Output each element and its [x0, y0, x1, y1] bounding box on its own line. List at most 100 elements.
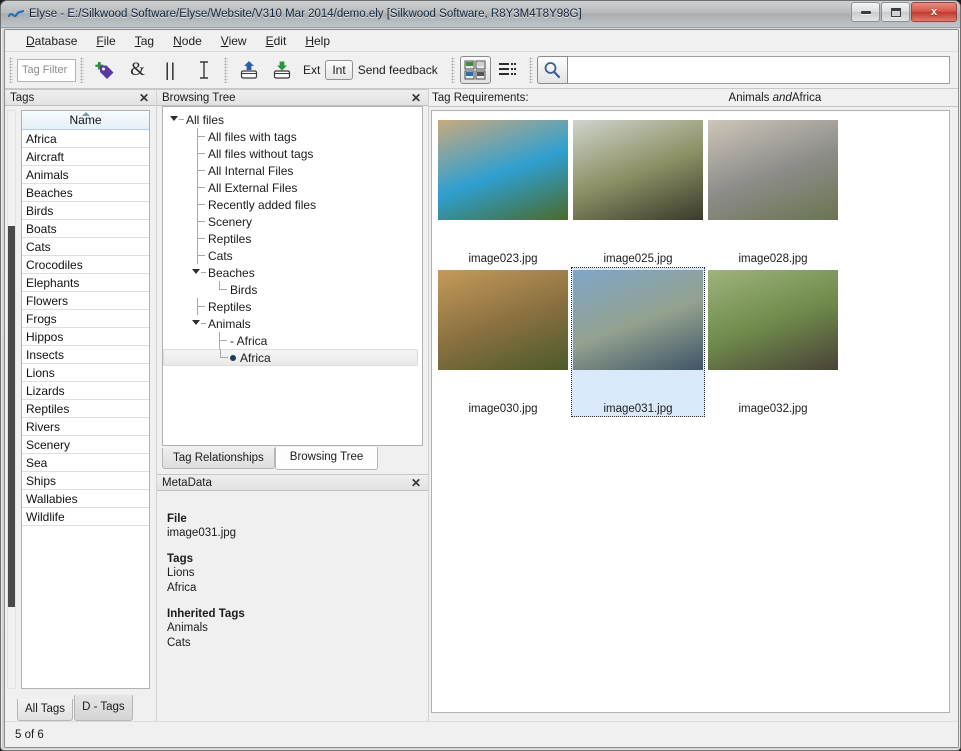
tag-list-item[interactable]: Boats — [22, 220, 149, 238]
list-view-button[interactable] — [493, 56, 524, 84]
tag-list-item[interactable]: Insects — [22, 346, 149, 364]
tree-node[interactable]: Cats — [163, 247, 422, 264]
menu-node[interactable]: Node — [164, 32, 212, 50]
toolbar-grip-4[interactable] — [451, 57, 455, 83]
maximize-button[interactable] — [881, 2, 910, 22]
tab-tag-relationships[interactable]: Tag Relationships — [162, 448, 275, 469]
menu-help[interactable]: Help — [296, 32, 340, 50]
tree-node[interactable]: All External Files — [163, 179, 422, 196]
tree-node[interactable]: All files — [163, 111, 422, 128]
tag-list-item[interactable]: Wildlife — [22, 508, 149, 526]
tag-list-item[interactable]: Sea — [22, 454, 149, 472]
toolbar-grip[interactable] — [9, 57, 13, 83]
tag-list-item[interactable]: Elephants — [22, 274, 149, 292]
expander-collapse-icon[interactable] — [191, 315, 205, 332]
tag-filter-input[interactable]: Tag Filter — [17, 59, 76, 82]
search-button[interactable] — [537, 56, 568, 84]
tree-node[interactable]: Scenery — [163, 213, 422, 230]
tree-node[interactable]: All files without tags — [163, 145, 422, 162]
tag-list-item[interactable]: Africa — [22, 130, 149, 148]
tag-list-item[interactable]: Scenery — [22, 436, 149, 454]
or-operator-button[interactable]: || — [155, 56, 186, 84]
add-tag-button[interactable] — [89, 56, 120, 84]
toolbar-grip-3[interactable] — [224, 57, 228, 83]
menu-file[interactable]: File — [87, 32, 125, 50]
tag-list-item[interactable]: Frogs — [22, 310, 149, 328]
tags-scrollbar-thumb[interactable] — [8, 226, 15, 607]
text-cursor-button[interactable] — [188, 56, 219, 84]
tree-node[interactable]: All files with tags — [163, 128, 422, 145]
thumbnail-image[interactable] — [708, 270, 838, 370]
tag-list-item[interactable]: Lions — [22, 364, 149, 382]
toolbar-grip-2[interactable] — [80, 57, 84, 83]
tag-list-item[interactable]: Beaches — [22, 184, 149, 202]
tree-node[interactable]: Birds — [163, 281, 422, 298]
import-button[interactable] — [266, 56, 297, 84]
thumbnail-item[interactable]: image031.jpg — [571, 267, 705, 417]
tree-node[interactable]: Animals — [163, 315, 422, 332]
expander-collapse-icon[interactable] — [191, 264, 205, 281]
tags-body: Name AfricaAircraftAnimalsBeachesBirdsBo… — [5, 106, 156, 689]
tree-branch-line — [191, 145, 205, 162]
tags-dock: Tags ✕ Name AfricaAircraftAnimalsBeaches… — [5, 89, 157, 721]
thumbnail-image[interactable] — [573, 120, 703, 220]
tree-node[interactable]: - Africa — [163, 332, 422, 349]
tag-list-item[interactable]: Crocodiles — [22, 256, 149, 274]
tag-list-item[interactable]: Aircraft — [22, 148, 149, 166]
thumbnail-image[interactable] — [438, 270, 568, 370]
int-button[interactable]: Int — [325, 60, 352, 80]
tab-all-tags[interactable]: All Tags — [17, 699, 73, 721]
tree-node[interactable]: Reptiles — [163, 298, 422, 315]
thumbnail-item[interactable]: image028.jpg — [706, 117, 840, 267]
menu-view[interactable]: View — [212, 32, 257, 50]
expander-collapse-icon[interactable] — [169, 111, 183, 128]
tags-scrollbar[interactable] — [7, 110, 16, 689]
export-button[interactable] — [233, 56, 264, 84]
tag-list-item[interactable]: Birds — [22, 202, 149, 220]
thumbnail-item[interactable]: image032.jpg — [706, 267, 840, 417]
tree-panel-close-icon[interactable]: ✕ — [408, 92, 424, 104]
and-operator-button[interactable]: & — [122, 56, 153, 84]
menu-database[interactable]: Database — [17, 32, 87, 50]
toolbar-grip-5[interactable] — [529, 57, 533, 83]
ext-button[interactable]: Ext — [298, 61, 325, 79]
tree-node[interactable]: Reptiles — [163, 230, 422, 247]
tree-node-label: Recently added files — [208, 198, 316, 212]
tree-node[interactable]: Africa — [163, 349, 418, 366]
tree-node[interactable]: Recently added files — [163, 196, 422, 213]
tree-node[interactable]: All Internal Files — [163, 162, 422, 179]
tags-column-header-name[interactable]: Name — [22, 111, 149, 130]
close-button[interactable]: x — [911, 2, 957, 22]
thumbnail-filename: image023.jpg — [468, 253, 537, 265]
thumbnail-view-button[interactable] — [460, 56, 491, 84]
tag-requirements-value: Animals andAfrica — [729, 92, 822, 104]
tags-panel-close-icon[interactable]: ✕ — [136, 92, 152, 104]
tag-list-item[interactable]: Ships — [22, 472, 149, 490]
tag-list-item[interactable]: Hippos — [22, 328, 149, 346]
thumbnail-image[interactable] — [708, 120, 838, 220]
thumbnail-image[interactable] — [438, 120, 568, 220]
search-input[interactable] — [568, 56, 950, 84]
tag-list-item[interactable]: Reptiles — [22, 400, 149, 418]
thumbnail-image[interactable] — [573, 270, 703, 370]
thumbnail-item[interactable]: image023.jpg — [436, 117, 570, 267]
tree-node-label: All files with tags — [208, 130, 297, 144]
tag-list-item[interactable]: Wallabies — [22, 490, 149, 508]
thumbnail-item[interactable]: image030.jpg — [436, 267, 570, 417]
send-feedback-button[interactable]: Send feedback — [353, 61, 443, 79]
thumbnail-grid: image023.jpgimage025.jpgimage028.jpgimag… — [431, 110, 950, 713]
minimize-button[interactable] — [851, 2, 880, 22]
tag-list-item[interactable]: Flowers — [22, 292, 149, 310]
tree-node-label: All External Files — [208, 181, 297, 195]
menu-edit[interactable]: Edit — [257, 32, 297, 50]
tag-list-item[interactable]: Lizards — [22, 382, 149, 400]
thumbnail-item[interactable]: image025.jpg — [571, 117, 705, 267]
tag-list-item[interactable]: Animals — [22, 166, 149, 184]
tag-list-item[interactable]: Cats — [22, 238, 149, 256]
tree-node[interactable]: Beaches — [163, 264, 422, 281]
tab-browsing-tree[interactable]: Browsing Tree — [275, 447, 379, 470]
tab-d-tags[interactable]: D - Tags — [74, 695, 133, 721]
menu-tag[interactable]: Tag — [126, 32, 164, 50]
tag-list-item[interactable]: Rivers — [22, 418, 149, 436]
metadata-panel-close-icon[interactable]: ✕ — [408, 477, 424, 489]
